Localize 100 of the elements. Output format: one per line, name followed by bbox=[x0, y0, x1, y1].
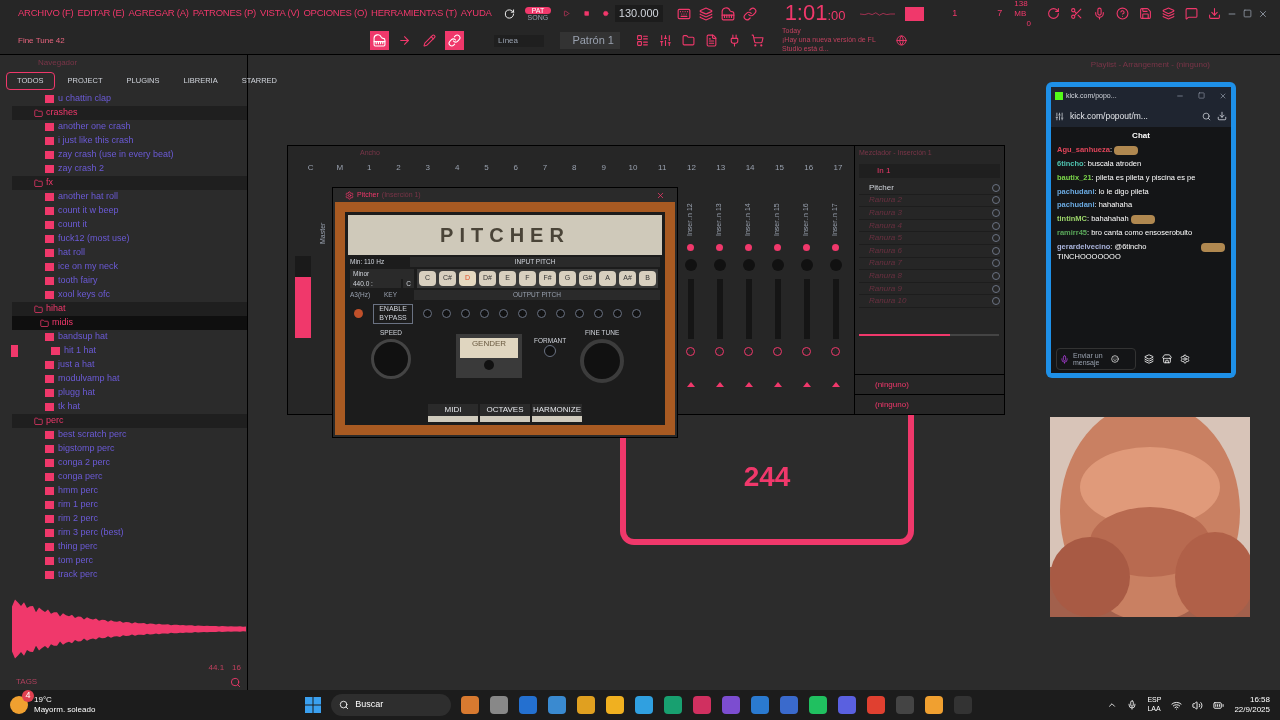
speed-knob[interactable] bbox=[371, 339, 411, 380]
file-row[interactable]: tk hat bbox=[0, 400, 247, 414]
file-row[interactable]: count it bbox=[0, 218, 247, 232]
search-icon[interactable] bbox=[230, 676, 241, 688]
gender-meter[interactable]: GENDER bbox=[456, 333, 522, 378]
menu-item[interactable]: HERRAMIENTAS (T) bbox=[371, 6, 457, 21]
microphone-icon[interactable] bbox=[1127, 700, 1138, 710]
file-row[interactable]: another one crash bbox=[0, 120, 247, 134]
clock-time[interactable]: 16:58 bbox=[1249, 695, 1270, 705]
battery-icon[interactable] bbox=[1213, 699, 1225, 711]
file-row[interactable]: hmm perc bbox=[0, 484, 247, 498]
track-number[interactable]: M bbox=[325, 162, 355, 174]
file-row[interactable]: fuck12 (most use) bbox=[0, 232, 247, 246]
track-number[interactable]: 5 bbox=[471, 162, 502, 174]
file-row[interactable]: rim 1 perc bbox=[0, 498, 247, 512]
send-knob[interactable] bbox=[745, 244, 752, 251]
file-row[interactable]: just a hat bbox=[0, 358, 247, 372]
pencil-icon[interactable] bbox=[423, 34, 436, 47]
route-arrow-icon[interactable] bbox=[686, 382, 695, 387]
file-row[interactable]: xool keys ofc bbox=[0, 288, 247, 302]
help-icon[interactable] bbox=[1116, 7, 1129, 20]
refresh-icon[interactable] bbox=[1047, 7, 1060, 20]
stop-icon[interactable] bbox=[583, 9, 590, 18]
file-row[interactable]: thing perc bbox=[0, 540, 247, 554]
file-row[interactable]: bandsup hat bbox=[0, 330, 247, 344]
file-row[interactable]: zay crash (use in every beat) bbox=[0, 148, 247, 162]
track-number[interactable]: 17 bbox=[823, 162, 853, 174]
save-icon[interactable] bbox=[1139, 7, 1152, 20]
route-arrow-icon[interactable] bbox=[831, 382, 840, 387]
formant-knob[interactable] bbox=[544, 345, 557, 358]
track-number[interactable]: 15 bbox=[764, 162, 795, 174]
link-icon[interactable] bbox=[448, 34, 461, 47]
menu-item[interactable]: VISTA (V) bbox=[260, 6, 300, 21]
play-icon[interactable] bbox=[563, 8, 570, 19]
folder-icon[interactable] bbox=[682, 34, 695, 47]
input-select[interactable]: In 1 bbox=[859, 164, 1000, 178]
track-number[interactable]: 13 bbox=[706, 162, 736, 174]
mode-button[interactable]: OCTAVES bbox=[480, 404, 530, 422]
settings-icon[interactable] bbox=[1180, 354, 1190, 364]
send-knob[interactable] bbox=[687, 244, 694, 251]
track-number[interactable]: 4 bbox=[442, 162, 472, 174]
track-number[interactable]: 10 bbox=[618, 162, 648, 174]
file-row[interactable]: best scratch perc bbox=[0, 428, 247, 442]
send-knob[interactable] bbox=[774, 244, 781, 251]
zoom-icon[interactable] bbox=[1202, 111, 1211, 121]
app-icon[interactable] bbox=[809, 696, 828, 714]
chat-icon[interactable] bbox=[1185, 7, 1198, 20]
file-row[interactable]: i just like this crash bbox=[0, 134, 247, 148]
close-icon[interactable] bbox=[1258, 8, 1268, 19]
folder-row[interactable]: crashes bbox=[12, 106, 247, 120]
snap-select[interactable]: Línea bbox=[494, 34, 544, 47]
layers-icon[interactable] bbox=[1162, 7, 1175, 20]
piano-icon[interactable] bbox=[720, 6, 735, 21]
menu-item[interactable]: PATRONES (P) bbox=[192, 6, 257, 21]
mode-button[interactable]: HARMONIZE bbox=[532, 404, 582, 422]
app-icon[interactable] bbox=[867, 696, 886, 714]
track-number[interactable]: 3 bbox=[413, 162, 443, 174]
file-row[interactable]: bigstomp perc bbox=[0, 442, 247, 456]
close-icon[interactable] bbox=[1219, 92, 1227, 100]
menu-item[interactable]: ARCHIVO (F) bbox=[18, 6, 74, 21]
route-arrow-icon[interactable] bbox=[802, 382, 811, 387]
file-row[interactable]: hit 1 hat bbox=[0, 344, 247, 358]
clock-date[interactable]: 22/9/2025 bbox=[1234, 705, 1270, 715]
site-settings-icon[interactable] bbox=[1055, 111, 1064, 121]
app-icon[interactable] bbox=[548, 696, 567, 714]
record-icon[interactable] bbox=[603, 9, 609, 18]
track-number[interactable]: 14 bbox=[735, 162, 765, 174]
file-row[interactable]: tooth fairy bbox=[0, 274, 247, 288]
track-number[interactable]: 6 bbox=[501, 162, 531, 174]
track-number[interactable]: 1 bbox=[354, 162, 384, 174]
menu-item[interactable]: AGREGAR (A) bbox=[128, 6, 189, 21]
route-arrow-icon[interactable] bbox=[744, 382, 753, 387]
menu-item[interactable]: OPCIONES (O) bbox=[303, 6, 368, 21]
track-number[interactable]: 16 bbox=[794, 162, 824, 174]
layers-icon[interactable] bbox=[698, 6, 713, 21]
send-knob[interactable] bbox=[803, 244, 810, 251]
menu-item[interactable]: EDITAR (E) bbox=[77, 6, 125, 21]
maximize-icon[interactable] bbox=[1243, 8, 1252, 18]
bypass-lamp[interactable] bbox=[354, 309, 363, 319]
effect-slot[interactable]: Pitcher bbox=[859, 182, 1000, 195]
store-icon[interactable] bbox=[1162, 354, 1172, 364]
app-icon[interactable] bbox=[635, 696, 654, 714]
menu-item[interactable]: AYUDA bbox=[460, 6, 492, 21]
keyboard-icon[interactable] bbox=[676, 6, 691, 21]
volume-icon[interactable] bbox=[1192, 699, 1204, 711]
arrow-icon[interactable] bbox=[398, 34, 411, 47]
file-row[interactable]: rim 2 perc bbox=[0, 512, 247, 526]
app-icon[interactable] bbox=[751, 696, 770, 714]
playlist-icon[interactable] bbox=[636, 34, 649, 47]
track-number[interactable]: 12 bbox=[676, 162, 707, 174]
folder-row[interactable]: fx bbox=[12, 176, 247, 190]
emoji-icon[interactable] bbox=[1111, 355, 1119, 363]
globe-icon[interactable] bbox=[896, 35, 907, 46]
scissors-icon[interactable] bbox=[1070, 7, 1083, 20]
windows-icon[interactable] bbox=[305, 697, 322, 713]
maximize-icon[interactable] bbox=[1198, 92, 1205, 99]
download-icon[interactable] bbox=[1217, 111, 1227, 121]
document-icon[interactable] bbox=[705, 34, 718, 47]
track-number[interactable]: C bbox=[296, 162, 326, 174]
folder-row[interactable]: perc bbox=[12, 414, 247, 428]
